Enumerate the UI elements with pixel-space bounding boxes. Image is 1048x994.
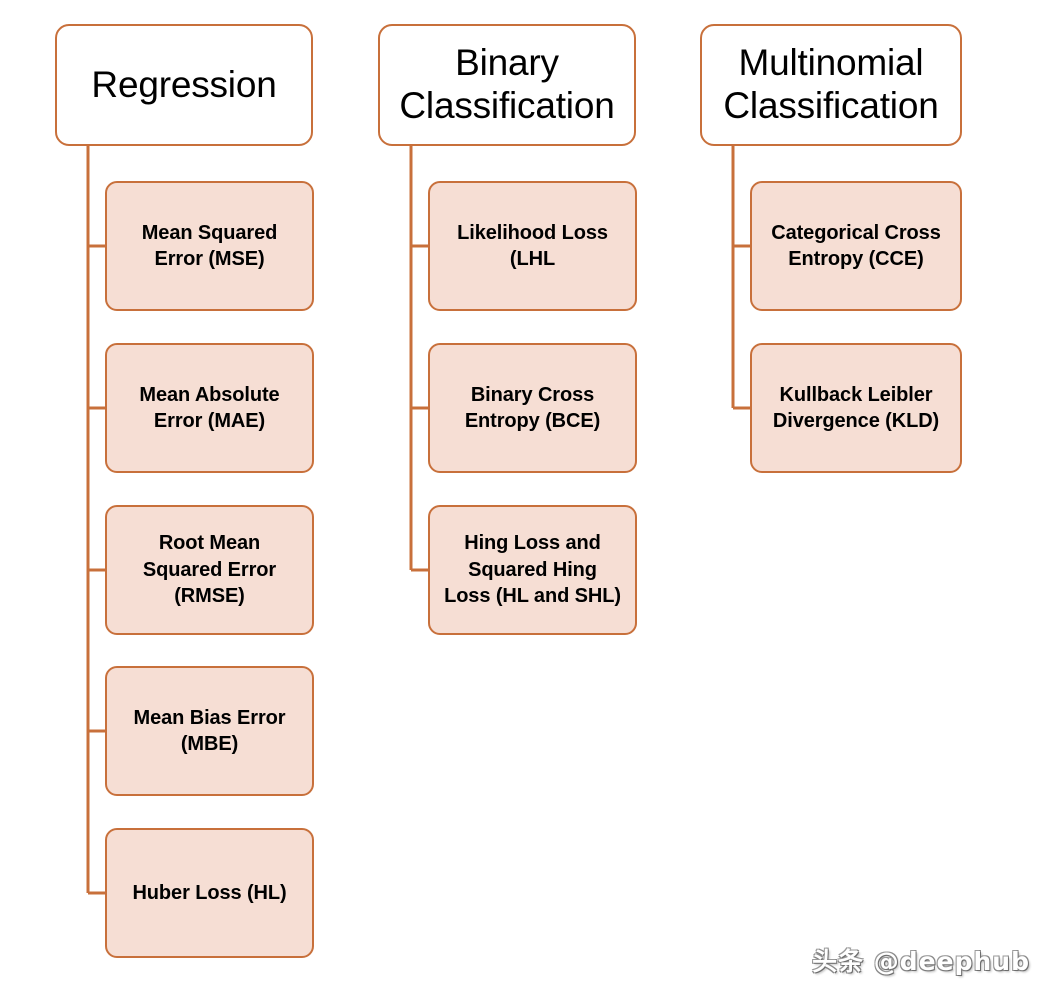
leaf-node-categorical-cross-entropy[interactable]: Categorical Cross Entropy (CCE) — [750, 181, 962, 311]
leaf-node-kullback-leibler-divergence-label: Kullback Leibler Divergence (KLD) — [772, 383, 940, 432]
root-node-binary-classification[interactable]: Binary Classification — [378, 24, 636, 146]
watermark: 头条 @deephub — [812, 947, 1030, 976]
leaf-node-mean-bias-error-label: Mean Bias Error (MBE) — [133, 706, 286, 755]
leaf-node-likelihood-loss-label: Likelihood Loss (LHL — [457, 221, 608, 270]
leaf-node-categorical-cross-entropy-label: Categorical Cross Entropy (CCE) — [771, 221, 941, 270]
diagram-canvas: Regression Mean Squared Error (MSE) Mean… — [0, 0, 1048, 994]
leaf-node-mean-bias-error[interactable]: Mean Bias Error (MBE) — [105, 666, 314, 796]
leaf-node-mean-squared-error[interactable]: Mean Squared Error (MSE) — [105, 181, 314, 311]
leaf-node-likelihood-loss[interactable]: Likelihood Loss (LHL — [428, 181, 637, 311]
leaf-node-binary-cross-entropy[interactable]: Binary Cross Entropy (BCE) — [428, 343, 637, 473]
leaf-node-binary-cross-entropy-label: Binary Cross Entropy (BCE) — [464, 383, 601, 432]
leaf-node-hinge-loss[interactable]: Hing Loss and Squared Hing Loss (HL and … — [428, 505, 637, 635]
leaf-node-root-mean-squared-error-label: Root Mean Squared Error (RMSE) — [142, 532, 277, 608]
root-node-multinomial-classification[interactable]: Multinomial Classification — [700, 24, 962, 146]
leaf-node-kullback-leibler-divergence[interactable]: Kullback Leibler Divergence (KLD) — [750, 343, 962, 473]
leaf-node-huber-loss-label: Huber Loss (HL) — [132, 881, 287, 904]
leaf-node-huber-loss[interactable]: Huber Loss (HL) — [105, 828, 314, 958]
root-node-regression[interactable]: Regression — [55, 24, 313, 146]
leaf-node-mean-squared-error-label: Mean Squared Error (MSE) — [141, 221, 278, 270]
leaf-node-mean-absolute-error-label: Mean Absolute Error (MAE) — [139, 383, 280, 432]
root-node-multinomial-classification-label: Multinomial Classification — [723, 42, 939, 126]
root-node-binary-classification-label: Binary Classification — [399, 42, 615, 126]
root-node-regression-label: Regression — [91, 63, 277, 105]
leaf-node-mean-absolute-error[interactable]: Mean Absolute Error (MAE) — [105, 343, 314, 473]
leaf-node-hinge-loss-label: Hing Loss and Squared Hing Loss (HL and … — [444, 532, 621, 608]
leaf-node-root-mean-squared-error[interactable]: Root Mean Squared Error (RMSE) — [105, 505, 314, 635]
